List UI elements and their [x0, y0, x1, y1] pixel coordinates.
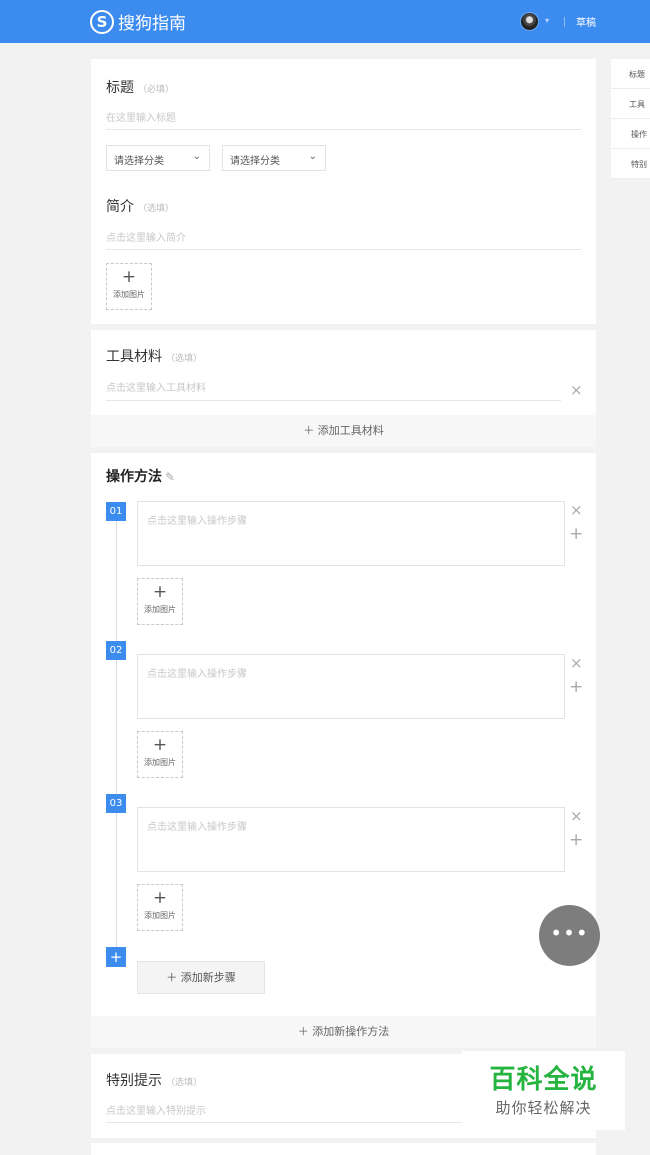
title-input[interactable]: 在这里输入标题	[106, 109, 176, 124]
step-number: 01	[106, 502, 126, 521]
step-input[interactable]: 点击这里输入操作步骤	[137, 807, 565, 872]
title-underline	[106, 129, 581, 130]
category-select-primary[interactable]: 请选择分类 ⌄	[106, 145, 210, 171]
add-image-button[interactable]: + 添加图片	[137, 884, 183, 931]
category-select-secondary[interactable]: 请选择分类 ⌄	[222, 145, 326, 171]
drafts-link[interactable]: 草稿	[576, 14, 596, 29]
plus-icon: +	[152, 582, 168, 602]
watermark: 百科全说 助你轻松解决	[462, 1051, 625, 1130]
anchor-steps[interactable]: 操作	[611, 119, 650, 149]
close-icon[interactable]: ×	[570, 381, 583, 399]
anchor-tools[interactable]: 工具	[611, 89, 650, 119]
pencil-icon[interactable]: ✎	[165, 470, 175, 484]
add-image-label: 添加图片	[144, 758, 176, 767]
sogou-logo-icon: S	[90, 9, 114, 34]
add-step-icon[interactable]: +	[569, 524, 583, 544]
title-intro-card: 标题 （必填） 在这里输入标题 请选择分类 ⌄ 请选择分类 ⌄ 简介 （选填） 点击…	[91, 59, 596, 324]
tools-input[interactable]: 点击这里输入工具材料	[106, 379, 206, 394]
steps-label: 操作方法	[106, 469, 162, 485]
step-input[interactable]: 点击这里输入操作步骤	[137, 501, 565, 566]
title-heading: 标题 （必填）	[106, 77, 174, 97]
add-step-icon[interactable]: +	[569, 677, 583, 697]
add-image-label: 添加图片	[144, 911, 176, 920]
tips-label: 特别提示	[106, 1073, 162, 1089]
user-avatar[interactable]	[520, 12, 539, 31]
tips-heading: 特别提示 （选填）	[106, 1070, 202, 1090]
steps-heading: 操作方法 ✎	[106, 466, 175, 486]
add-image-button[interactable]: + 添加图片	[137, 731, 183, 778]
step-number: 02	[106, 641, 126, 660]
intro-underline	[106, 249, 581, 250]
chevron-down-icon: ⌄	[192, 151, 201, 162]
timeline-line	[116, 520, 117, 948]
title-label: 标题	[106, 80, 134, 96]
close-icon[interactable]: ×	[570, 654, 583, 672]
select-value: 请选择分类	[114, 156, 164, 167]
anchor-tips[interactable]: 特别	[611, 149, 650, 179]
add-new-method-button[interactable]: ＋ 添加新操作方法	[91, 1016, 596, 1048]
tools-label: 工具材料	[106, 349, 162, 365]
add-step-icon[interactable]: +	[569, 830, 583, 850]
tools-card: 工具材料 （选填） 点击这里输入工具材料 × ＋ 添加工具材料	[91, 330, 596, 447]
section-anchor-nav: 标题 工具 操作 特别	[611, 59, 650, 179]
close-icon[interactable]: ×	[570, 501, 583, 519]
add-image-button[interactable]: + 添加图片	[137, 578, 183, 625]
add-tools-button[interactable]: ＋ 添加工具材料	[91, 415, 596, 447]
tools-underline	[106, 400, 561, 401]
chevron-down-icon[interactable]: ▾	[545, 16, 549, 25]
watermark-title: 百科全说	[489, 1065, 598, 1095]
plus-icon: +	[152, 888, 168, 908]
next-card	[91, 1143, 596, 1155]
optional-hint: （选填）	[166, 1078, 203, 1088]
top-navigation-bar: S 搜狗指南 ▾ 草稿	[0, 0, 650, 43]
tips-input[interactable]: 点击这里输入特别提示	[106, 1102, 206, 1117]
sogou-guide-logo[interactable]: S 搜狗指南	[90, 9, 186, 34]
step-input[interactable]: 点击这里输入操作步骤	[137, 654, 565, 719]
required-hint: （必填）	[138, 85, 175, 95]
more-options-button[interactable]: •••	[539, 905, 600, 966]
intro-heading: 简介 （选填）	[106, 196, 174, 216]
logo-text: 搜狗指南	[118, 14, 186, 34]
optional-hint: （选填）	[138, 204, 175, 214]
optional-hint: （选填）	[166, 354, 203, 364]
watermark-subtitle: 助你轻松解决	[495, 1099, 592, 1117]
intro-input[interactable]: 点击这里输入简介	[106, 229, 186, 244]
add-image-label: 添加图片	[113, 290, 145, 299]
select-value: 请选择分类	[230, 156, 280, 167]
add-image-label: 添加图片	[144, 605, 176, 614]
anchor-title[interactable]: 标题	[611, 59, 650, 89]
chevron-down-icon: ⌄	[308, 151, 317, 162]
tools-heading: 工具材料 （选填）	[106, 346, 202, 366]
step-number: 03	[106, 794, 126, 813]
add-step-marker[interactable]: +	[106, 947, 126, 967]
divider	[564, 17, 565, 27]
plus-icon: +	[121, 267, 137, 287]
intro-label: 简介	[106, 199, 134, 215]
add-new-step-button[interactable]: ＋ 添加新步骤	[137, 961, 265, 994]
close-icon[interactable]: ×	[570, 807, 583, 825]
add-image-button[interactable]: + 添加图片	[106, 263, 152, 310]
plus-icon: +	[152, 735, 168, 755]
